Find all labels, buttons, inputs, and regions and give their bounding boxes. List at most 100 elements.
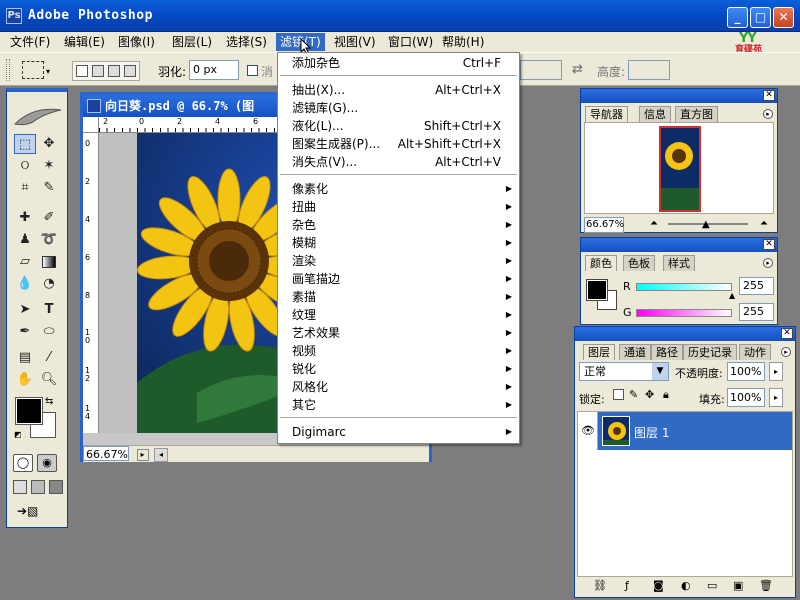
selection-mode-buttons[interactable] (72, 61, 140, 81)
zoom-in-icon[interactable]: ⏶ (760, 217, 768, 231)
default-colors-icon[interactable]: ◩ (14, 430, 24, 440)
magic-wand-icon[interactable]: ✶ (38, 156, 60, 176)
r-value-input[interactable]: 255 (739, 277, 774, 295)
submenu-blur[interactable]: 模糊 ▶ (278, 234, 519, 252)
submenu-render[interactable]: 渲染 ▶ (278, 252, 519, 270)
panel-menu-icon[interactable]: ▸ (763, 109, 773, 119)
new-layer-icon[interactable]: ▣ (733, 579, 743, 592)
menu-file[interactable]: 文件(F) (6, 33, 54, 51)
menu-item-last-filter[interactable]: 添加杂色 Ctrl+F (278, 54, 519, 72)
tab-color[interactable]: 颜色 (585, 255, 617, 271)
ruler-origin[interactable] (83, 117, 99, 133)
healing-brush-icon[interactable]: ✚ (14, 208, 36, 228)
blend-mode-select[interactable]: 正常 ▼ (579, 362, 669, 381)
quick-mask-icon[interactable]: ◉ (37, 454, 57, 472)
fill-input[interactable]: 100% (727, 388, 765, 407)
antialias-checkbox[interactable] (247, 65, 258, 76)
layer-style-icon[interactable]: ƒ (625, 579, 629, 592)
zoom-field[interactable]: 66.67% (83, 446, 129, 461)
layer-name[interactable]: 图层 1 (634, 424, 669, 441)
path-selection-icon[interactable]: ➤ (14, 300, 36, 320)
g-value-input[interactable]: 255 (739, 303, 774, 321)
r-slider-handle[interactable]: ▲ (729, 291, 735, 300)
lock-position-icon[interactable]: ✥ (645, 388, 654, 401)
panel-menu-icon[interactable]: ▸ (763, 258, 773, 268)
menu-item-pattern-maker[interactable]: 图案生成器(P)... Alt+Shift+Ctrl+X (278, 135, 519, 153)
opacity-input[interactable]: 100% (727, 362, 765, 381)
submenu-noise[interactable]: 杂色 ▶ (278, 216, 519, 234)
marquee-tool-icon[interactable] (22, 61, 44, 79)
screen-mode-full-menu-icon[interactable] (31, 480, 45, 494)
navigator-preview[interactable] (584, 122, 774, 214)
close-icon[interactable]: ✕ (781, 328, 793, 339)
status-menu-icon[interactable]: ▸ (136, 449, 149, 461)
feather-input[interactable]: 0 px (189, 60, 239, 80)
ellipse-tool-icon[interactable]: ⬭ (38, 322, 60, 342)
zoom-slider-handle[interactable]: ▲ (702, 218, 710, 232)
tab-styles[interactable]: 样式 (663, 255, 695, 271)
height-input[interactable] (628, 60, 670, 80)
swap-icon[interactable]: ⇄ (572, 62, 583, 77)
tab-navigator[interactable]: 导航器 (585, 106, 628, 122)
jump-to-imageready-icon[interactable]: ➔▧ (17, 504, 57, 522)
trash-icon[interactable]: 🗑︎ (759, 579, 773, 592)
panel-menu-icon[interactable]: ▸ (781, 347, 791, 357)
menu-item-vanishing-point[interactable]: 消失点(V)... Alt+Ctrl+V (278, 153, 519, 171)
submenu-sketch[interactable]: 素描 ▶ (278, 288, 519, 306)
adjustment-layer-icon[interactable]: ◐ (681, 579, 691, 592)
menu-select[interactable]: 选择(S) (222, 33, 271, 51)
link-layers-icon[interactable]: ⛓ (593, 579, 607, 592)
new-group-icon[interactable]: ▭ (707, 579, 717, 592)
crop-tool-icon[interactable]: ⌗ (14, 178, 36, 198)
scroll-left-icon[interactable]: ◂ (154, 448, 168, 462)
foreground-color-swatch[interactable] (15, 397, 43, 425)
menu-image[interactable]: 图像(I) (114, 33, 159, 51)
tab-info[interactable]: 信息 (639, 106, 671, 122)
submenu-video[interactable]: 视频 ▶ (278, 342, 519, 360)
lock-transparency-icon[interactable] (613, 389, 624, 400)
move-tool-icon[interactable]: ✥ (38, 134, 60, 154)
dodge-tool-icon[interactable]: ◔ (38, 274, 60, 294)
menu-help[interactable]: 帮助(H) (438, 33, 488, 51)
submenu-brush-strokes[interactable]: 画笔描边 ▶ (278, 270, 519, 288)
tab-channels[interactable]: 通道 (619, 344, 651, 360)
menu-view[interactable]: 视图(V) (330, 33, 380, 51)
swap-colors-icon[interactable]: ⇆ (45, 396, 53, 407)
standard-mode-icon[interactable]: ◯ (13, 454, 33, 472)
chevron-down-icon[interactable]: ▾ (46, 67, 50, 76)
brush-tool-icon[interactable]: ✐ (38, 208, 60, 228)
maximize-button[interactable]: □ (750, 7, 771, 28)
rect-marquee-tool-icon[interactable]: ⬚ (14, 134, 36, 154)
screen-mode-full-icon[interactable] (49, 480, 63, 494)
g-slider[interactable] (636, 309, 732, 317)
menu-item-liquify[interactable]: 液化(L)... Shift+Ctrl+X (278, 117, 519, 135)
close-icon[interactable]: ✕ (763, 90, 775, 101)
layer-visibility-cell[interactable]: 👁︎ (578, 412, 598, 450)
pen-tool-icon[interactable]: ✒ (14, 322, 36, 342)
menu-item-filter-gallery[interactable]: 滤镜库(G)... (278, 99, 519, 117)
lock-pixels-icon[interactable]: ✎ (629, 388, 638, 401)
r-slider[interactable] (636, 283, 732, 291)
submenu-pixelate[interactable]: 像素化 ▶ (278, 180, 519, 198)
type-tool-icon[interactable]: T (38, 300, 60, 320)
notes-tool-icon[interactable]: ▤ (14, 348, 36, 368)
clone-stamp-icon[interactable]: ♟ (14, 230, 36, 250)
screen-mode-standard-icon[interactable] (13, 480, 27, 494)
gradient-tool-icon[interactable] (38, 252, 60, 272)
layer-row[interactable]: 图层 1 (598, 412, 792, 450)
blur-tool-icon[interactable]: 💧 (14, 274, 36, 294)
menu-edit[interactable]: 编辑(E) (60, 33, 109, 51)
tab-swatches[interactable]: 色板 (623, 255, 655, 271)
lock-all-icon[interactable]: 🔒︎ (663, 388, 669, 402)
close-button[interactable]: ✕ (773, 7, 794, 28)
zoom-out-icon[interactable]: ⏶ (650, 217, 658, 231)
submenu-artistic[interactable]: 艺术效果 ▶ (278, 324, 519, 342)
minimize-button[interactable]: _ (727, 7, 748, 28)
layer-mask-icon[interactable]: ◙ (653, 579, 664, 592)
tab-histogram[interactable]: 直方图 (675, 106, 718, 122)
foreground-swatch[interactable] (586, 279, 608, 301)
opacity-arrow-icon[interactable]: ▸ (769, 362, 783, 381)
tab-actions[interactable]: 动作 (739, 344, 771, 360)
history-brush-icon[interactable]: ➰ (38, 230, 60, 250)
navigator-zoom-field[interactable]: 66.67% (584, 217, 624, 233)
